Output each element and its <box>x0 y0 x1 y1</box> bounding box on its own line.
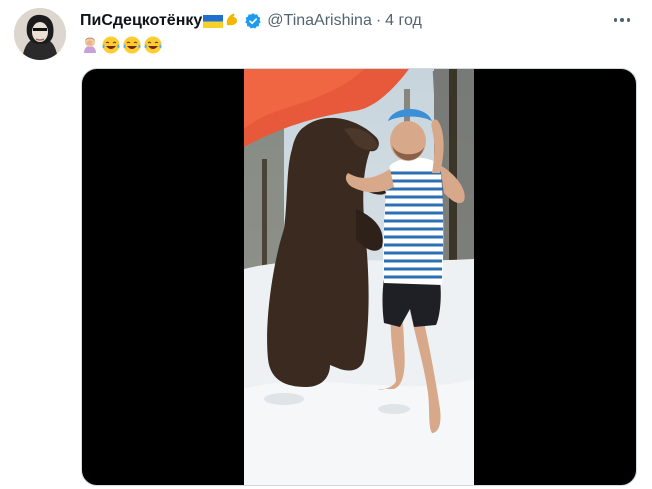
face-with-tears-of-joy-icon <box>101 35 121 55</box>
tweet[interactable]: ПиСдецкотёнку @TinaArishina · 4 год <box>0 0 652 489</box>
timestamp[interactable]: 4 год <box>385 12 422 30</box>
tweet-header: ПиСдецкотёнку @TinaArishina · 4 год <box>80 10 592 32</box>
author-name[interactable]: ПиСдецкотёнку <box>80 12 202 30</box>
tweet-text <box>80 34 163 56</box>
video-frame <box>244 69 474 485</box>
flexed-biceps-icon <box>224 11 240 31</box>
more-options-icon[interactable] <box>610 10 634 30</box>
avatar[interactable] <box>14 8 66 60</box>
author-handle[interactable]: @TinaArishina <box>267 12 372 30</box>
verified-badge-icon <box>244 12 262 30</box>
woman-facepalming-icon <box>80 35 100 55</box>
flag-ukraine-icon <box>203 14 224 28</box>
avatar-image <box>14 8 66 60</box>
face-with-tears-of-joy-icon <box>122 35 142 55</box>
face-with-tears-of-joy-icon <box>143 35 163 55</box>
separator-dot: · <box>375 12 382 29</box>
video-player[interactable] <box>81 68 637 486</box>
